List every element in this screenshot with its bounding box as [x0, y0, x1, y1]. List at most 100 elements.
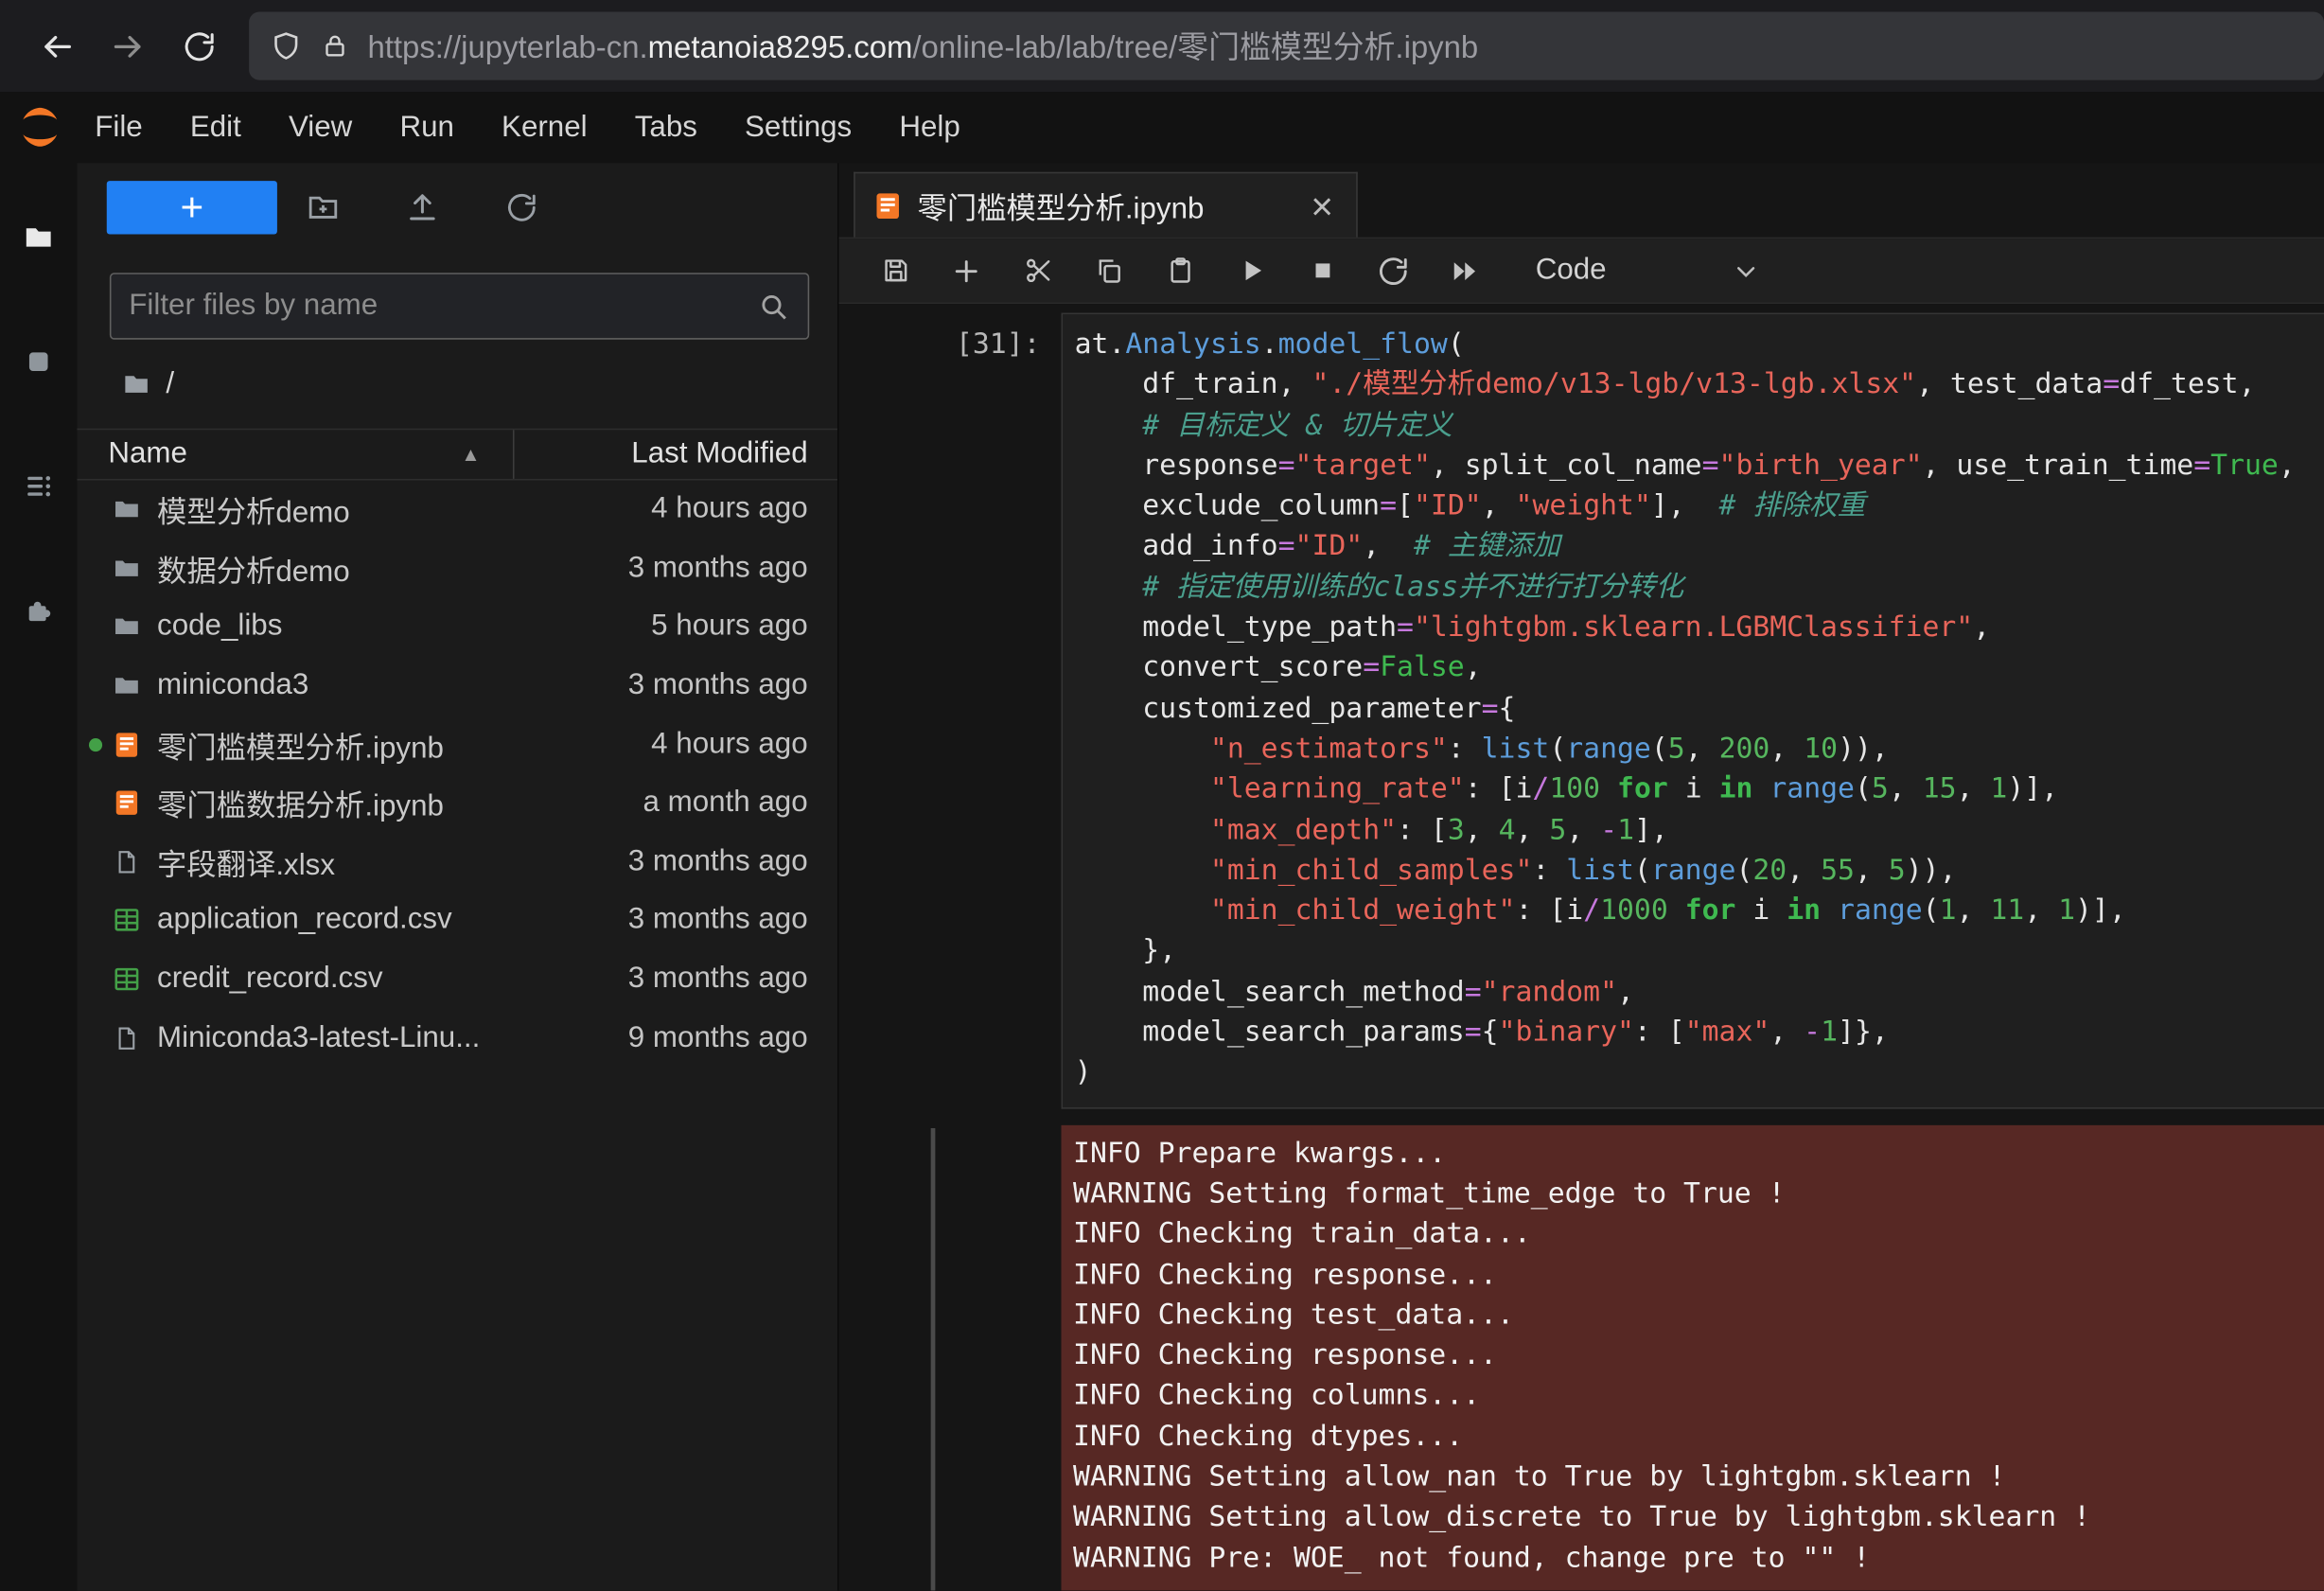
file-row[interactable]: application_record.csv3 months ago — [77, 892, 837, 950]
sidebar-item-filebrowser[interactable] — [0, 175, 77, 300]
breadcrumb: / — [77, 340, 837, 429]
output-collapser[interactable] — [931, 1127, 936, 1590]
file-modified: 3 months ago — [513, 845, 837, 879]
file-row[interactable]: 零门槛数据分析.ipynba month ago — [77, 774, 837, 833]
file-modified: a month ago — [513, 787, 837, 821]
sort-by-name-header[interactable]: Name ▲ — [77, 430, 513, 479]
file-row[interactable]: 数据分析demo3 months ago — [77, 539, 837, 598]
code-line: model_search_params={"binary": ["max", -… — [1075, 1013, 2324, 1053]
sidebar-item-running-sessions[interactable] — [0, 299, 77, 424]
stop-icon — [1308, 256, 1336, 285]
code-line: ) — [1075, 1053, 2324, 1094]
code-line: convert_score=False, — [1075, 648, 2324, 689]
cell-type-label: Code — [1536, 254, 1607, 288]
file-row[interactable]: credit_record.csv3 months ago — [77, 950, 837, 1009]
save-button[interactable] — [859, 238, 930, 303]
copy-icon — [1093, 255, 1124, 286]
file-modified: 3 months ago — [513, 904, 837, 938]
upload-button[interactable] — [400, 181, 445, 234]
file-name: credit_record.csv — [157, 963, 513, 997]
file-name: application_record.csv — [157, 904, 513, 938]
code-editor[interactable]: at.Analysis.model_flow( df_train, "./模型分… — [1061, 312, 2324, 1108]
file-modified: 3 months ago — [513, 669, 837, 703]
menu-view[interactable]: View — [265, 92, 376, 163]
puzzle-icon — [22, 594, 54, 627]
address-bar[interactable]: https://jupyterlab-cn.metanoia8295.com/o… — [249, 12, 2324, 80]
file-row[interactable]: 模型分析demo4 hours ago — [77, 480, 837, 539]
refresh-file-list-button[interactable] — [500, 181, 544, 234]
tracking-shield-icon[interactable] — [270, 29, 302, 62]
file-name: Miniconda3-latest-Linu... — [157, 1021, 513, 1055]
menu-help[interactable]: Help — [875, 92, 984, 163]
sort-by-modified-header[interactable]: Last Modified — [513, 430, 837, 479]
menu-edit[interactable]: Edit — [167, 92, 265, 163]
csv-icon — [107, 907, 146, 935]
cut-cells-button[interactable] — [1002, 238, 1073, 303]
file-list-header: Name ▲ Last Modified — [77, 429, 837, 481]
back-button[interactable] — [21, 10, 92, 81]
code-line: "min_child_samples": list(range(20, 55, … — [1075, 851, 2324, 892]
breadcrumb-root[interactable]: / — [166, 367, 174, 401]
url-text: https://jupyterlab-cn.metanoia8295.com/o… — [367, 24, 1478, 68]
interrupt-kernel-button[interactable] — [1287, 238, 1358, 303]
code-line: "max_depth": [3, 4, 5, -1], — [1075, 810, 2324, 851]
menu-file[interactable]: File — [71, 92, 167, 163]
paste-cells-button[interactable] — [1144, 238, 1215, 303]
restart-kernel-button[interactable] — [1358, 238, 1429, 303]
home-folder-icon[interactable] — [121, 369, 150, 398]
main-dock-panel: 零门槛模型分析.ipynb × — [839, 163, 2324, 1590]
cell-type-dropdown[interactable]: Code — [1500, 238, 1782, 303]
file-list: 模型分析demo4 hours ago数据分析demo3 months agoc… — [77, 480, 837, 1590]
new-folder-icon — [306, 189, 342, 225]
url-domain: metanoia8295.com — [648, 31, 913, 65]
file-modified: 4 hours ago — [513, 728, 837, 762]
filter-files-input[interactable] — [129, 289, 757, 323]
save-icon — [880, 255, 911, 286]
file-row[interactable]: miniconda33 months ago — [77, 657, 837, 716]
run-cell-button[interactable] — [1215, 238, 1286, 303]
code-line: "learning_rate": [i/100 for i in range(5… — [1075, 769, 2324, 810]
file-row[interactable]: 字段翻译.xlsx3 months ago — [77, 833, 837, 892]
lock-icon[interactable] — [320, 31, 349, 61]
output-line: WARNING Pre: WOE_ not found, change pre … — [1073, 1538, 2312, 1579]
csv-icon — [107, 965, 146, 994]
menu-settings[interactable]: Settings — [721, 92, 875, 163]
sidebar-item-extensions[interactable] — [0, 549, 77, 674]
sort-ascending-icon: ▲ — [461, 443, 480, 465]
file-modified: 4 hours ago — [513, 492, 837, 526]
code-cell: [31]: at.Analysis.model_flow( df_train, … — [839, 312, 2324, 1108]
menu-run[interactable]: Run — [376, 92, 478, 163]
running-kernel-dot — [83, 738, 107, 751]
insert-cell-button[interactable] — [931, 238, 1002, 303]
new-folder-button[interactable] — [301, 181, 345, 234]
file-row[interactable]: Miniconda3-latest-Linu...9 months ago — [77, 1009, 837, 1068]
sidebar-item-table-of-contents[interactable] — [0, 424, 77, 549]
file-row[interactable]: code_libs5 hours ago — [77, 598, 837, 657]
paste-icon — [1164, 255, 1195, 286]
refresh-button[interactable] — [163, 10, 234, 81]
new-launcher-button[interactable]: + — [107, 181, 277, 234]
close-tab-button[interactable]: × — [1300, 183, 1345, 227]
code-line: response="target", split_col_name="birth… — [1075, 446, 2324, 486]
browser-toolbar: https://jupyterlab-cn.metanoia8295.com/o… — [0, 0, 2324, 92]
file-name: 零门槛模型分析.ipynb — [157, 723, 513, 766]
tab-notebook[interactable]: 零门槛模型分析.ipynb × — [854, 172, 1358, 238]
output-line: INFO Checking response... — [1073, 1255, 2312, 1296]
forward-button[interactable] — [92, 10, 163, 81]
menu-tabs[interactable]: Tabs — [611, 92, 721, 163]
output-line: INFO Checking test_data... — [1073, 1296, 2312, 1336]
file-browser-panel: + / — [77, 163, 838, 1590]
search-icon — [757, 290, 789, 322]
output-line: WARNING Setting allow_discrete to True b… — [1073, 1497, 2312, 1538]
menu-items: FileEditViewRunKernelTabsSettingsHelp — [71, 92, 984, 163]
copy-cells-button[interactable] — [1073, 238, 1144, 303]
refresh-icon — [505, 191, 537, 223]
file-row[interactable]: 零门槛模型分析.ipynb4 hours ago — [77, 716, 837, 774]
folder-icon — [22, 221, 54, 253]
viewport: https://jupyterlab-cn.metanoia8295.com/o… — [0, 0, 2324, 1591]
restart-run-all-button[interactable] — [1429, 238, 1500, 303]
stop-square-icon — [24, 347, 53, 377]
menu-kernel[interactable]: Kernel — [478, 92, 611, 163]
code-line: # 指定使用训练的class并不进行打分转化 — [1075, 568, 2324, 609]
left-sidebar-strip — [0, 163, 77, 1590]
